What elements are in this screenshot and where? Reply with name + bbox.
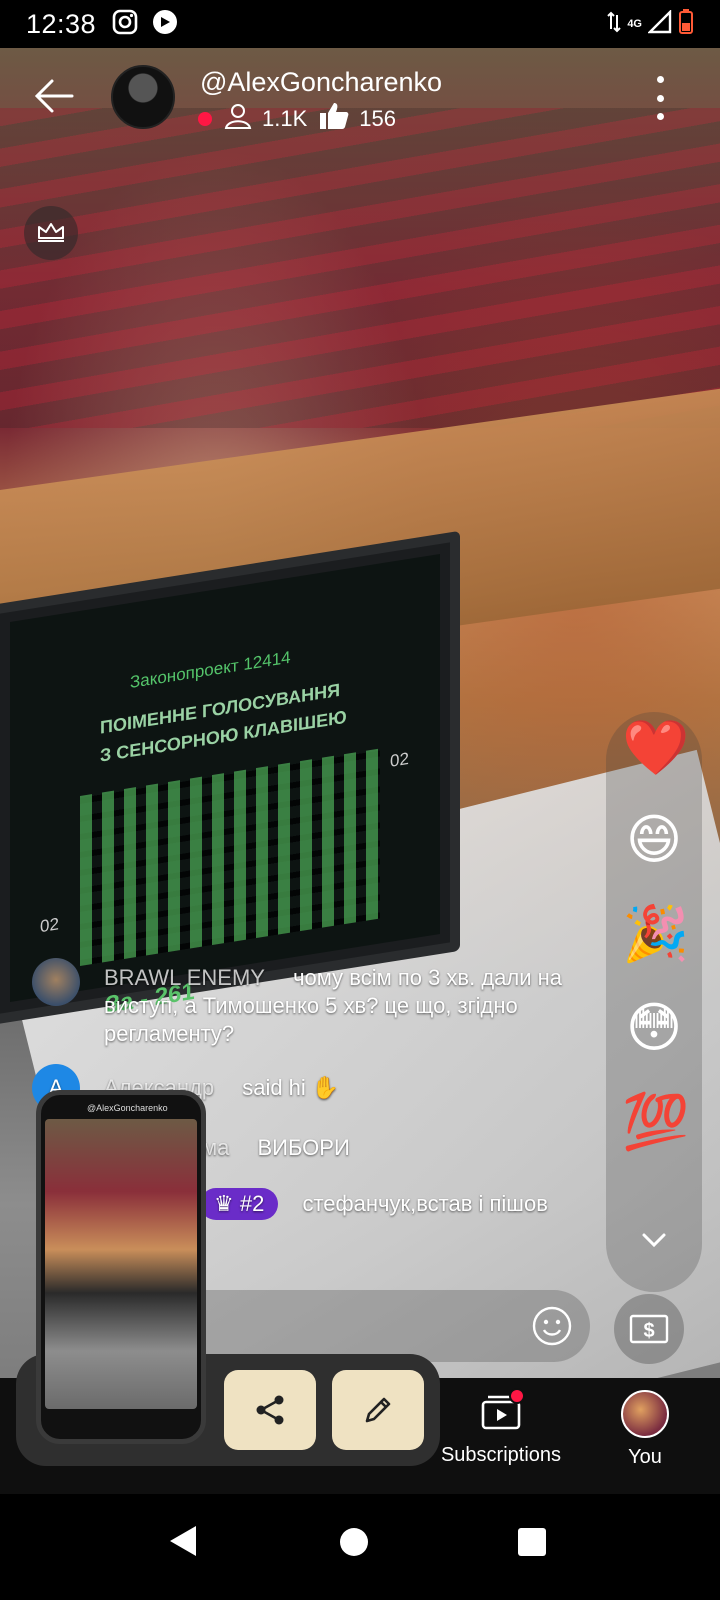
system-home-button[interactable] [340,1528,368,1556]
viewer-count: 1.1K [262,106,308,131]
emoji-button[interactable] [522,1296,582,1356]
more-dot [656,76,664,83]
status-time: 12:38 [26,8,97,39]
back-button[interactable] [34,78,74,114]
chat-author[interactable]: BRAWL ENEMY [104,965,265,990]
back-triangle-icon [170,1526,196,1556]
system-back-button[interactable] [168,1524,198,1563]
reaction-flushed[interactable]: 😳 [622,996,686,1060]
chat-message: BRAWL ENEMY чому всім по 3 хв. дали на в… [32,958,592,1048]
network-label: 4G [627,18,642,30]
reaction-smile[interactable]: 😄 [622,808,686,872]
more-dot [656,94,664,102]
vote-grid [80,748,380,966]
chat-text: стефанчук,встав і пішов [302,1191,548,1216]
more-options-button[interactable] [646,76,674,120]
channel-name[interactable]: @AlexGoncharenko [200,67,442,98]
svg-text:$: $ [643,1320,654,1342]
share-icon [256,1395,284,1425]
viewer-icon [224,103,252,135]
screen-left-number: 02 [40,914,59,937]
pencil-icon [365,1397,391,1423]
user-avatar [621,1390,669,1438]
crown-icon [38,223,64,242]
chat-author[interactable]: ма [202,1135,229,1160]
chevron-down-icon [642,1233,666,1248]
media-icon [152,9,178,40]
screen-right-number: 02 [390,748,409,771]
data-transfer-icon [607,11,622,38]
live-stats: 1.1K 156 [198,102,396,136]
screenshot-thumbnail[interactable]: @AlexGoncharenko [36,1090,206,1444]
subscriptions-icon [479,1388,525,1434]
signal-icon [647,8,672,39]
crown-button[interactable] [24,206,78,260]
channel-avatar[interactable] [111,65,175,129]
collapse-reactions-button[interactable] [636,1222,672,1258]
reactions-panel: ❤️ 😄 🎉 😳 💯 [606,712,702,1292]
reaction-party[interactable]: 🎉 [622,902,689,966]
voting-monitor: Законопроект 12414 ПОІМЕННЕ ГОЛОСУВАННЯ … [0,530,460,1026]
thumb-channel-name: @AlexGoncharenko [87,1103,168,1113]
wave-icon: ✋ [311,1075,340,1100]
screen-title: Законопроект 12414 [130,647,291,693]
super-chat-button[interactable]: $ [614,1294,684,1364]
chat-text: said hi [242,1075,306,1100]
reaction-hundred[interactable]: 💯 [622,1090,689,1154]
nav-subscriptions-label: Subscriptions [440,1444,562,1466]
like-icon[interactable] [319,102,349,136]
like-count: 156 [359,106,396,131]
more-dot [656,113,664,120]
dollar-icon: $ [629,1314,669,1344]
share-button[interactable] [224,1370,316,1450]
live-dot [198,112,212,126]
badge-label: #2 [239,1191,265,1216]
thumb-image [45,1119,197,1409]
emoji-icon [532,1306,572,1346]
chat-avatar[interactable] [32,958,80,1006]
back-arrow-icon [34,79,74,113]
live-header: @AlexGoncharenko 1.1K 156 [0,48,720,158]
status-bar: 12:38 4G [0,0,720,48]
system-recents-button[interactable] [518,1528,546,1556]
nav-you[interactable]: You [590,1390,700,1469]
notification-dot [509,1388,525,1404]
nav-you-label: You [628,1446,662,1468]
battery-low-icon [678,8,694,40]
instagram-icon [112,9,138,40]
nav-subscriptions[interactable]: Subscriptions [436,1388,566,1467]
reaction-heart[interactable]: ❤️ [622,716,689,780]
edit-button[interactable] [332,1370,424,1450]
chat-text: ВИБОРИ [257,1135,350,1160]
member-badge: ♛ #2 [200,1188,279,1220]
system-navigation-bar [0,1494,720,1600]
